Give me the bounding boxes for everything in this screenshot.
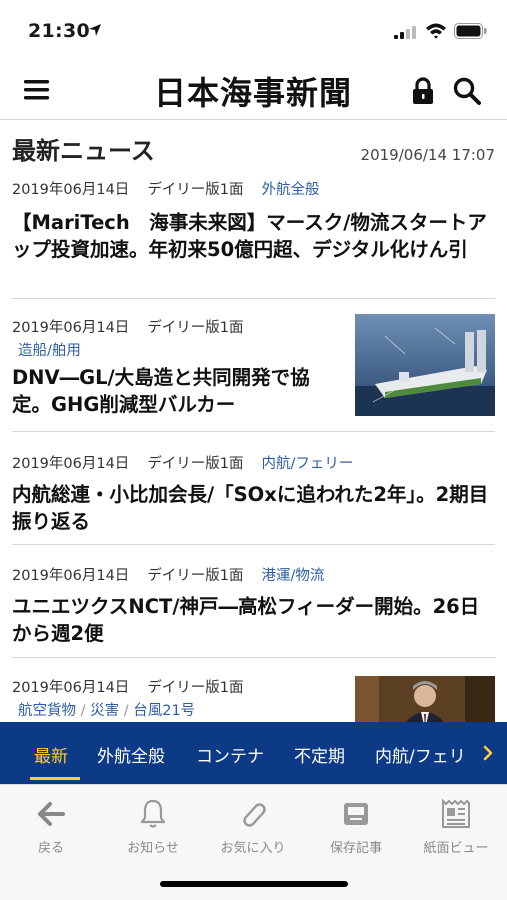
article-headline[interactable]: DNV―GL/大島造と共同開発で協定。GHG削減型バルカー <box>12 364 342 418</box>
tab-tramp[interactable]: 不定期 <box>294 742 345 767</box>
article-thumbnail-person-photo[interactable] <box>355 676 495 722</box>
article-item[interactable]: 2019年06月14日 デイリー版1面 内航/フェリー 内航総連・小比加会長/「SO… <box>12 452 495 545</box>
category-link[interactable]: 港運/物流 <box>262 568 325 584</box>
paper-view-label: 紙面ビュー <box>423 841 489 856</box>
article-date: 2019年06月14日 <box>12 568 130 584</box>
active-tab-indicator <box>30 777 80 780</box>
hamburger-menu-icon[interactable] <box>22 76 52 104</box>
article-meta: 2019年06月14日 デイリー版1面 外航全般 <box>12 178 495 199</box>
article-edition: デイリー版1面 <box>147 320 244 336</box>
category-link[interactable]: 台風21号 <box>133 703 195 719</box>
category-link[interactable]: 内航/フェリー <box>262 456 354 472</box>
newspaper-icon <box>442 798 470 828</box>
back-arrow-icon <box>38 802 65 826</box>
tab-coastal-ferry[interactable]: 内航/フェリ <box>375 742 466 767</box>
article-thumbnail-ship-illustration[interactable] <box>355 314 495 416</box>
category-link[interactable]: 造船/舶用 <box>18 343 81 359</box>
notifications-label: お知らせ <box>127 841 179 856</box>
back-label: 戻る <box>37 841 64 856</box>
article-headline[interactable]: 内航総連・小比加会長/「SOxに追われた2年」。2期目振り返る <box>12 481 495 535</box>
last-updated-timestamp: 2019/06/14 17:07 <box>360 146 495 164</box>
category-link[interactable]: 災害 <box>90 703 119 719</box>
article-item[interactable]: 2019年06月14日 デイリー版1面 港運/物流 ユニエツクスNCT/神戸―高松フ… <box>12 564 495 658</box>
tab-latest[interactable]: 最新 <box>34 742 68 767</box>
app-header: 日本海事新聞 <box>0 62 507 120</box>
back-button[interactable]: 戻る <box>6 797 96 856</box>
notifications-button[interactable]: お知らせ <box>108 797 198 856</box>
home-indicator[interactable] <box>160 881 348 887</box>
saved-articles-button[interactable]: 保存記事 <box>311 797 401 856</box>
article-edition: デイリー版1面 <box>147 456 244 472</box>
article-meta: 2019年06月14日 デイリー版1面 港運/物流 <box>12 564 495 585</box>
article-item[interactable]: 2019年06月14日 デイリー版1面 外航全般 【MariTech 海事未来図】マ… <box>12 178 495 299</box>
article-date: 2019年06月14日 <box>12 182 130 198</box>
article-meta: 2019年06月14日 デイリー版1面 内航/フェリー <box>12 452 495 473</box>
saved-tray-icon <box>344 803 368 825</box>
masthead-logo[interactable]: 日本海事新聞 <box>150 68 356 114</box>
battery-icon <box>454 23 487 39</box>
category-tab-bar: 最新 外航全般 コンテナ 不定期 内航/フェリ <box>0 722 507 784</box>
favorites-label: お気に入り <box>220 841 286 856</box>
tab-container[interactable]: コンテナ <box>196 742 264 767</box>
article-headline[interactable]: ユニエツクスNCT/神戸―高松フィーダー開始。26日から週2便 <box>12 593 495 647</box>
lock-icon[interactable] <box>410 76 436 106</box>
category-link[interactable]: 外航全般 <box>262 182 320 198</box>
status-time: 21:30 <box>28 20 90 42</box>
article-item[interactable]: 2019年06月14日 デイリー版1面 造船/舶用 DNV―GL/大島造と共同開発… <box>12 314 495 432</box>
article-edition: デイリー版1面 <box>147 182 244 198</box>
article-edition: デイリー版1面 <box>147 680 244 696</box>
search-icon[interactable] <box>452 76 482 106</box>
cellular-signal-icon <box>394 26 416 39</box>
article-item[interactable]: 2019年06月14日 デイリー版1面 航空貨物 / 災害 / 台風21号 <box>12 676 495 722</box>
section-title: 最新ニュース <box>12 137 155 165</box>
location-arrow-icon <box>89 24 101 36</box>
article-date: 2019年06月14日 <box>12 680 130 696</box>
article-headline[interactable]: 【MariTech 海事未来図】マースク/物流スタートアップ投資加速。年初来50… <box>12 209 495 263</box>
article-date: 2019年06月14日 <box>12 320 130 336</box>
status-bar: 21:30 <box>0 0 507 62</box>
favorites-button[interactable]: お気に入り <box>208 797 298 856</box>
paperclip-icon <box>243 803 266 827</box>
saved-articles-label: 保存記事 <box>329 841 382 856</box>
tab-ocean-shipping[interactable]: 外航全般 <box>97 742 165 767</box>
bell-icon <box>140 799 166 828</box>
category-link[interactable]: 航空貨物 <box>18 703 76 719</box>
article-date: 2019年06月14日 <box>12 456 130 472</box>
article-edition: デイリー版1面 <box>147 568 244 584</box>
wifi-icon <box>426 23 446 39</box>
chevron-right-icon[interactable] <box>481 744 495 762</box>
paper-view-button[interactable]: 紙面ビュー <box>411 797 501 856</box>
